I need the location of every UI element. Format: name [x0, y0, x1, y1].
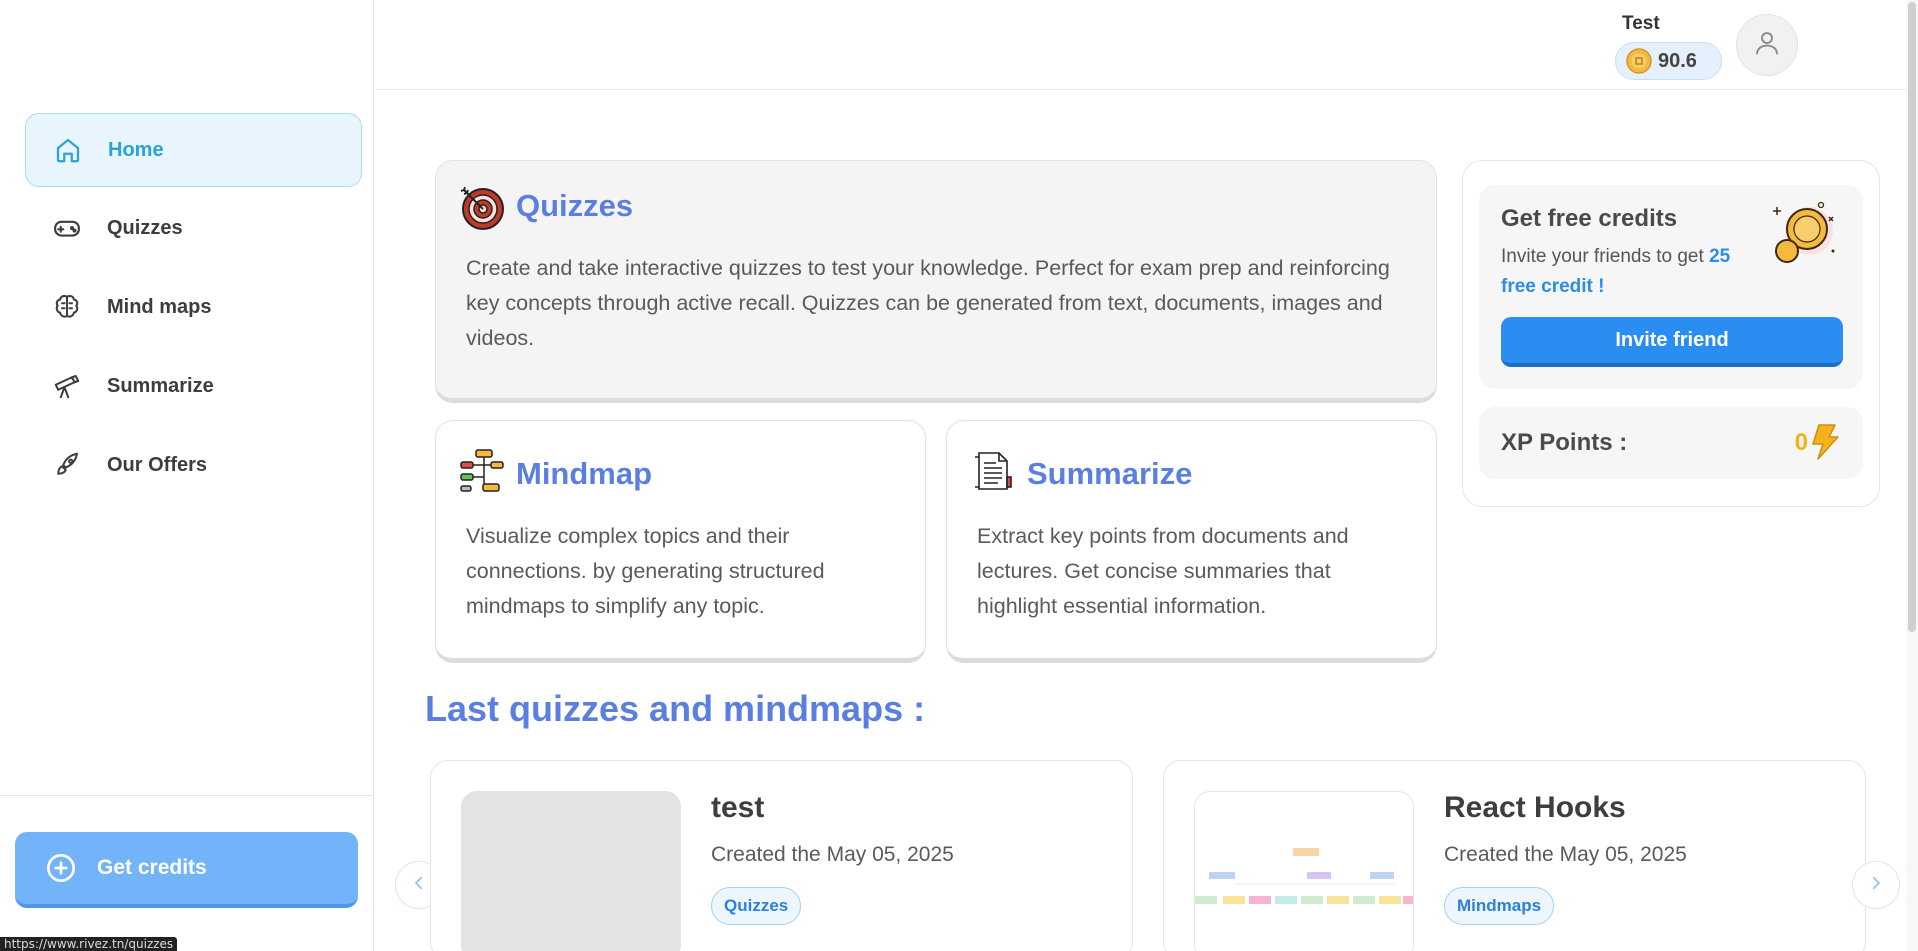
recent-item-card[interactable]: test Created the May 05, 2025 Quizzes: [430, 760, 1133, 951]
item-thumbnail: [1194, 791, 1414, 951]
sidebar-item-label: Mind maps: [107, 295, 212, 318]
chevron-right-icon: [1867, 874, 1885, 897]
home-icon: [52, 134, 84, 166]
item-thumbnail: [461, 791, 681, 951]
invite-friend-button[interactable]: Invite friend: [1501, 317, 1843, 367]
sidebar-item-quizzes[interactable]: Quizzes: [25, 191, 362, 265]
get-credits-label: Get credits: [97, 856, 207, 879]
item-tag: Mindmaps: [1444, 887, 1555, 925]
item-title: test: [711, 791, 765, 824]
mindmap-description: Visualize complex topics and their conne…: [466, 524, 825, 618]
free-credits-box: Get free credits Invite your friends to …: [1479, 185, 1863, 389]
sidebar-item-home[interactable]: Home: [25, 113, 362, 187]
document-icon: [969, 447, 1017, 495]
user-name: Test: [1622, 13, 1660, 34]
quizzes-title: Quizzes: [516, 188, 634, 223]
plus-circle-icon: [45, 852, 77, 884]
page-scrollbar[interactable]: [1906, 0, 1918, 951]
sidebar-divider: [0, 795, 374, 796]
xp-points-label: XP Points :: [1501, 429, 1628, 456]
recent-item-card[interactable]: React Hooks Created the May 05, 2025 Min…: [1163, 760, 1866, 951]
chevron-left-icon: [410, 874, 428, 897]
rewards-panel: Get free credits Invite your friends to …: [1462, 160, 1880, 507]
rocket-icon: [51, 449, 83, 481]
item-title: React Hooks: [1444, 791, 1626, 824]
scrollbar-thumb[interactable]: [1908, 2, 1916, 632]
gamepad-icon: [51, 212, 83, 244]
free-credits-title: Get free credits: [1501, 205, 1678, 232]
item-date: Created the May 05, 2025: [711, 843, 954, 866]
sidebar-item-our-offers[interactable]: Our Offers: [25, 428, 362, 502]
summarize-description: Extract key points from documents and le…: [977, 524, 1349, 618]
sidebar-item-label: Our Offers: [107, 453, 208, 476]
brain-icon: [51, 291, 83, 323]
sidebar-item-label: Quizzes: [107, 216, 183, 239]
sidebar: Home Quizzes Mind maps Summarize Our Off…: [0, 0, 374, 951]
mindmap-title: Mindmap: [516, 456, 653, 491]
xp-points-box: XP Points : 0: [1479, 407, 1863, 479]
summarize-feature-card[interactable]: Summarize Extract key points from docume…: [946, 420, 1437, 663]
summarize-title: Summarize: [1027, 456, 1193, 491]
item-date: Created the May 05, 2025: [1444, 843, 1687, 866]
mindmap-icon: [458, 447, 506, 495]
sidebar-item-label: Summarize: [107, 374, 214, 397]
mindmap-feature-card[interactable]: Mindmap Visualize complex topics and the…: [435, 420, 926, 663]
coin-stack-icon: [1771, 199, 1841, 274]
telescope-icon: [51, 370, 83, 402]
quizzes-description: Create and take interactive quizzes to t…: [466, 256, 1390, 350]
mindmap-preview: [1195, 848, 1413, 904]
credits-value: 90.6: [1658, 49, 1697, 72]
app-page: Home Quizzes Mind maps Summarize Our Off…: [0, 0, 1918, 951]
quizzes-feature-card[interactable]: Quizzes Create and take interactive quiz…: [435, 160, 1437, 403]
xp-points-value: 0: [1794, 429, 1808, 456]
item-tag: Quizzes: [711, 887, 802, 925]
credits-badge[interactable]: 90.6: [1615, 42, 1722, 80]
sidebar-item-summarize[interactable]: Summarize: [25, 349, 362, 423]
user-icon: [1752, 28, 1782, 63]
coin-icon: [1626, 48, 1652, 74]
get-credits-button[interactable]: Get credits: [15, 832, 358, 908]
carousel-next-button[interactable]: [1852, 861, 1900, 909]
lightning-icon: [1809, 423, 1841, 466]
section-title: Last quizzes and mindmaps :: [425, 688, 926, 729]
free-credits-text: Invite your friends to get 25 free credi…: [1501, 246, 1731, 297]
sidebar-item-label: Home: [108, 138, 164, 161]
status-bar-url: https://www.rivez.tn/quizzes: [0, 937, 178, 951]
user-avatar-button[interactable]: [1736, 14, 1798, 76]
target-icon: [458, 183, 506, 231]
sidebar-item-mind-maps[interactable]: Mind maps: [25, 270, 362, 344]
